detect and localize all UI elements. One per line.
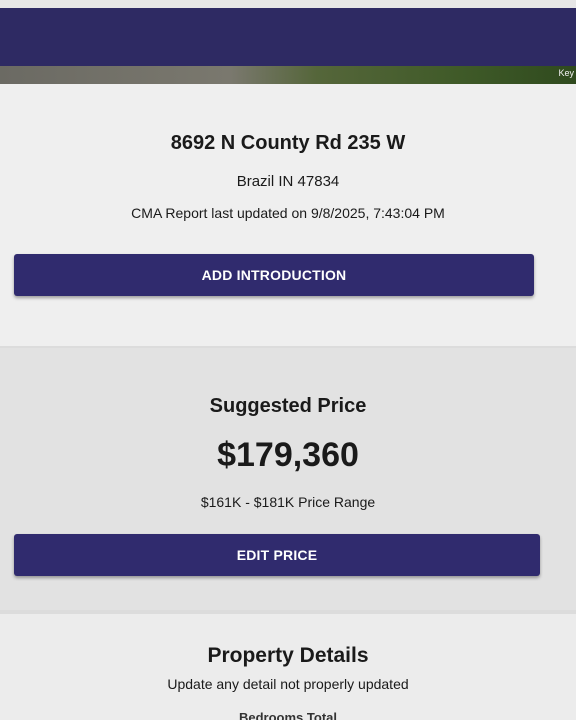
address-street: 8692 N County Rd 235 W	[170, 132, 406, 154]
report-updated-text: CMA Report last updated on 9/8/2025, 7:4…	[131, 205, 445, 221]
suggested-price-card: Suggested Price $179,360 $161K - $181K P…	[0, 348, 576, 610]
property-details-heading: Property Details	[207, 644, 369, 667]
address-card: 8692 N County Rd 235 W Brazil IN 47834 C…	[0, 84, 576, 346]
photo-label: Key	[558, 68, 574, 78]
property-details-card: Property Details Update any detail not p…	[0, 614, 576, 720]
add-introduction-button[interactable]: ADD INTRODUCTION	[14, 254, 534, 296]
edit-price-button[interactable]: EDIT PRICE	[14, 534, 540, 576]
cma-report-page: Key 8692 N County Rd 235 W Brazil IN 478…	[0, 0, 576, 720]
price-heading: Suggested Price	[209, 395, 367, 417]
bedrooms-total-label: Bedrooms Total	[239, 710, 337, 720]
price-range: $161K - $181K Price Range	[200, 494, 376, 510]
property-details-subtitle: Update any detail not properly updated	[167, 676, 409, 692]
suggested-price-value: $179,360	[217, 436, 359, 474]
address-city: Brazil IN 47834	[236, 173, 340, 190]
